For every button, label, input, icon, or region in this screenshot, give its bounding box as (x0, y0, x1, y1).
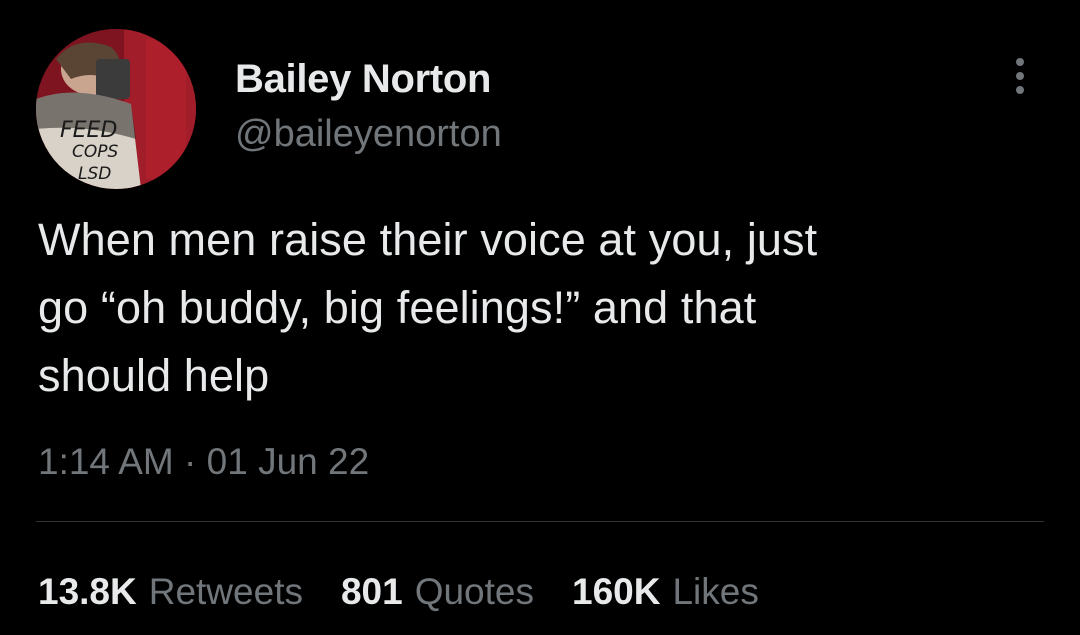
more-options-button[interactable] (1000, 56, 1040, 96)
divider (36, 521, 1044, 522)
likes-label: Likes (672, 571, 759, 612)
tweet-text: When men raise their voice at you, just … (38, 214, 818, 401)
tweet-date-link[interactable]: 01 Jun 22 (207, 441, 370, 482)
avatar-text-line2: COPS (72, 142, 119, 162)
tweet-time-link[interactable]: 1:14 AM (38, 441, 174, 482)
tweet-stats: 13.8K Retweets 801 Quotes 160K Likes (38, 570, 759, 614)
handle[interactable]: @baileyenorton (235, 112, 502, 156)
tweet-detail: FEED COPS LSD Bailey Norton @baileyenort… (0, 0, 1080, 635)
quotes-label: Quotes (414, 571, 534, 612)
retweets-stat[interactable]: 13.8K Retweets (38, 570, 303, 614)
avatar-text-line3: LSD (78, 164, 111, 184)
avatar-text-line1: FEED (60, 118, 117, 143)
author-info: Bailey Norton @baileyenorton (235, 56, 502, 156)
avatar[interactable]: FEED COPS LSD (36, 29, 196, 189)
display-name[interactable]: Bailey Norton (235, 56, 502, 102)
retweets-label: Retweets (148, 571, 303, 612)
avatar-image: FEED COPS LSD (36, 29, 196, 189)
retweets-count: 13.8K (38, 571, 137, 612)
tweet-timestamp: 1:14 AM · 01 Jun 22 (38, 440, 369, 484)
meta-separator: · (184, 441, 197, 482)
quotes-count: 801 (340, 571, 403, 612)
more-vertical-icon (1016, 58, 1024, 94)
quotes-stat[interactable]: 801 Quotes (341, 570, 534, 614)
likes-stat[interactable]: 160K Likes (572, 570, 759, 614)
likes-count: 160K (572, 571, 661, 612)
